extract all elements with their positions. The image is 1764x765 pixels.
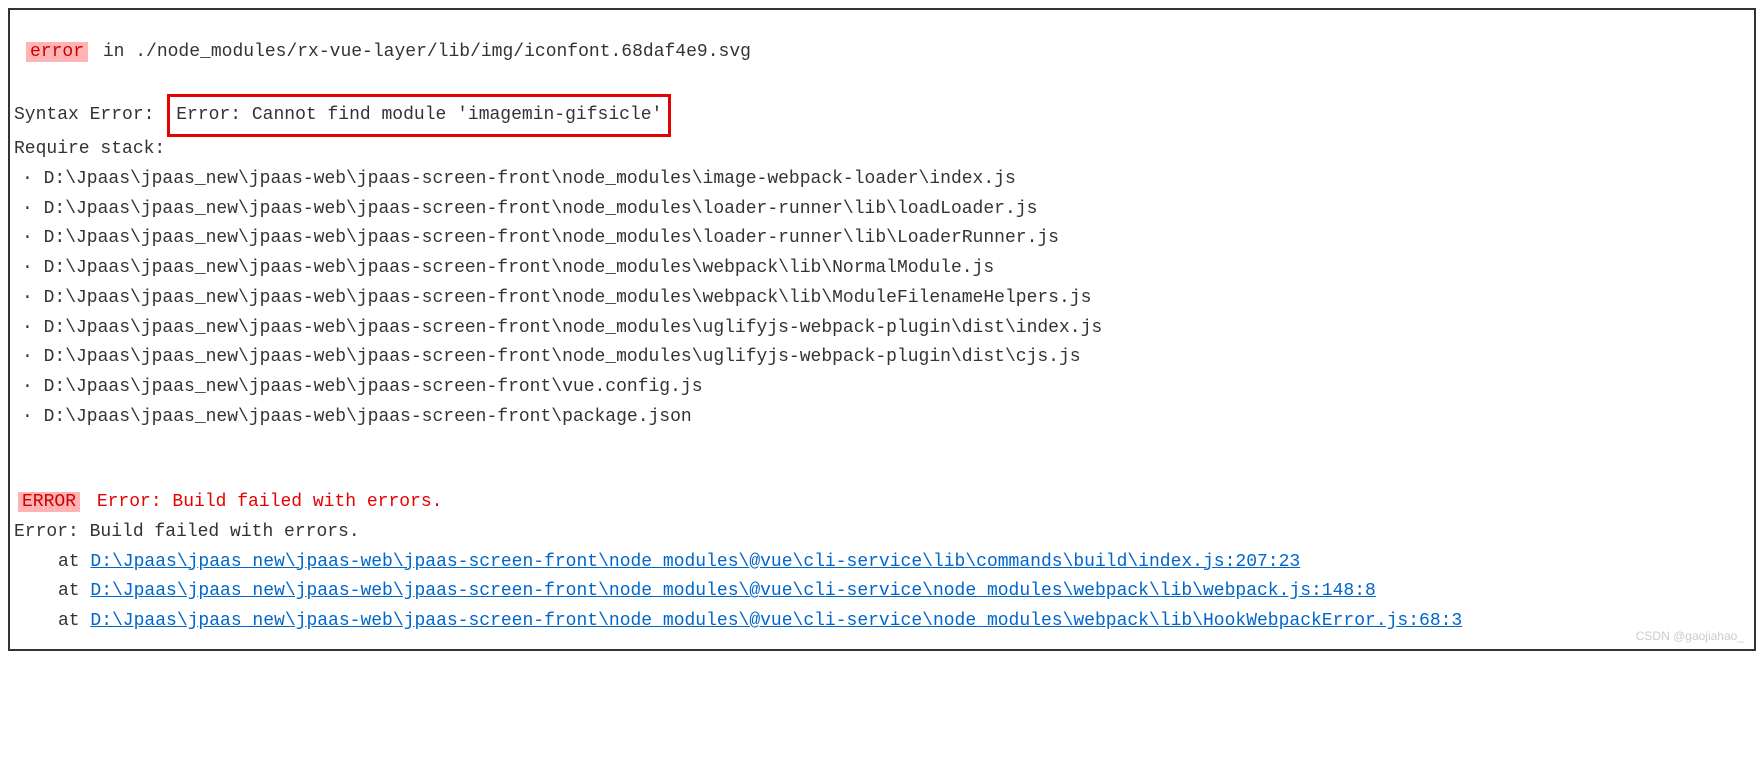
require-stack-item: · D:\Jpaas\jpaas_new\jpaas-web\jpaas-scr…: [22, 403, 1746, 433]
require-stack-item: · D:\Jpaas\jpaas_new\jpaas-web\jpaas-scr…: [22, 165, 1746, 195]
stack-at-prefix: at: [58, 552, 90, 572]
error-in-path: in ./node_modules/rx-vue-layer/lib/img/i…: [92, 42, 751, 62]
syntax-error-line: Syntax Error: Error: Cannot find module …: [14, 96, 1746, 136]
require-stack-item: · D:\Jpaas\jpaas_new\jpaas-web\jpaas-scr…: [22, 373, 1746, 403]
stack-at-prefix: at: [58, 611, 90, 631]
stack-trace-line: at D:\Jpaas\jpaas_new\jpaas-web\jpaas-sc…: [58, 607, 1746, 637]
error-in-line: error in ./node_modules/rx-vue-layer/lib…: [26, 38, 1746, 68]
require-stack-list: · D:\Jpaas\jpaas_new\jpaas-web\jpaas-scr…: [18, 165, 1746, 432]
watermark: CSDN @gaojiahao_: [1636, 627, 1744, 647]
require-stack-item: · D:\Jpaas\jpaas_new\jpaas-web\jpaas-scr…: [22, 224, 1746, 254]
stack-at-prefix: at: [58, 581, 90, 601]
stack-file-link[interactable]: D:\Jpaas\jpaas_new\jpaas-web\jpaas-scree…: [90, 552, 1300, 572]
stack-file-link[interactable]: D:\Jpaas\jpaas_new\jpaas-web\jpaas-scree…: [90, 611, 1462, 631]
terminal-output: error in ./node_modules/rx-vue-layer/lib…: [8, 8, 1756, 651]
stack-trace-line: at D:\Jpaas\jpaas_new\jpaas-web\jpaas-sc…: [58, 577, 1746, 607]
build-error-header: ERROR Error: Build failed with errors.: [18, 488, 1746, 518]
build-error-badge: ERROR: [18, 492, 80, 512]
build-error-plain-msg: Error: Build failed with errors.: [14, 518, 1746, 548]
error-highlight-box: Error: Cannot find module 'imagemin-gifs…: [167, 94, 671, 138]
stack-file-link[interactable]: D:\Jpaas\jpaas_new\jpaas-web\jpaas-scree…: [90, 581, 1375, 601]
require-stack-item: · D:\Jpaas\jpaas_new\jpaas-web\jpaas-scr…: [22, 343, 1746, 373]
syntax-prefix: Syntax Error:: [14, 105, 154, 125]
error-badge: error: [26, 42, 88, 62]
require-stack-item: · D:\Jpaas\jpaas_new\jpaas-web\jpaas-scr…: [22, 254, 1746, 284]
build-error-red-msg: Error: Build failed with errors.: [86, 492, 442, 512]
require-stack-label: Require stack:: [14, 135, 1746, 165]
stack-trace-list: at D:\Jpaas\jpaas_new\jpaas-web\jpaas-sc…: [18, 548, 1746, 637]
require-stack-item: · D:\Jpaas\jpaas_new\jpaas-web\jpaas-scr…: [22, 314, 1746, 344]
stack-trace-line: at D:\Jpaas\jpaas_new\jpaas-web\jpaas-sc…: [58, 548, 1746, 578]
build-error-section: ERROR Error: Build failed with errors. E…: [18, 488, 1746, 636]
require-stack-item: · D:\Jpaas\jpaas_new\jpaas-web\jpaas-scr…: [22, 284, 1746, 314]
require-stack-item: · D:\Jpaas\jpaas_new\jpaas-web\jpaas-scr…: [22, 195, 1746, 225]
